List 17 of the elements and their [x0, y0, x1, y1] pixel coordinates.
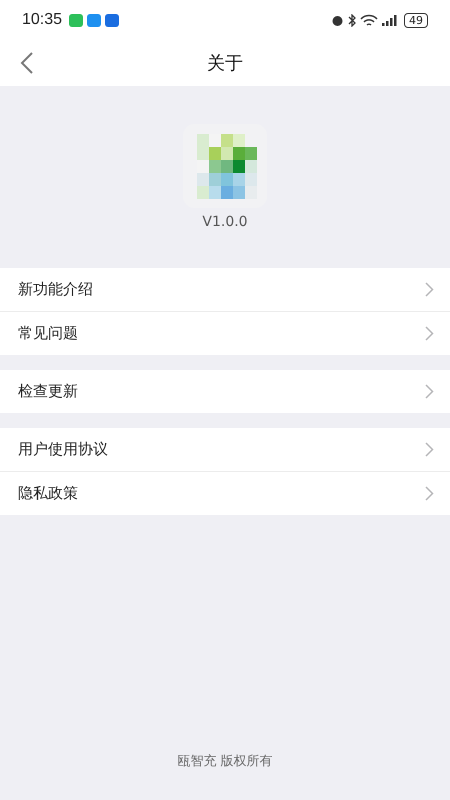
status-time: 10:35	[22, 11, 62, 29]
menu-item[interactable]: 用户使用协议	[0, 428, 450, 472]
chevron-icon	[425, 384, 434, 399]
menu-item[interactable]: 常见问题	[0, 312, 450, 355]
chevron-icon	[425, 486, 434, 501]
battery-level: 49	[404, 12, 428, 28]
chevron-icon	[425, 442, 434, 457]
menu-item[interactable]: 隐私政策	[0, 472, 450, 515]
wifi-icon	[360, 14, 378, 26]
menu-item[interactable]: 新功能介绍	[0, 268, 450, 312]
menu-item[interactable]: 检查更新	[0, 370, 450, 413]
bluetooth-icon	[348, 14, 356, 26]
chevron-icon	[425, 282, 434, 297]
copyright-text: 瓯智充 版权所有	[176, 753, 274, 771]
page-title: 关于	[207, 52, 243, 75]
chevron-icon	[425, 326, 434, 341]
version-label: V1.0.0	[202, 214, 248, 230]
